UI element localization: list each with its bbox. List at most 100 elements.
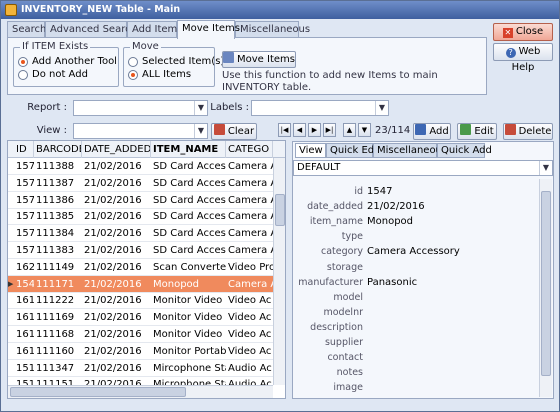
move-items-button[interactable]: Move Items [222,51,296,68]
cell-date-added: 21/02/2016 [84,161,142,172]
if-item-exists-title: If ITEM Exists [20,41,91,53]
main-window: INVENTORY_NEW Table - Main Search Advanc… [0,0,560,412]
table-row[interactable]: 1574111383 21/02/2016 SD Card Access 1Came… [8,242,273,259]
detail-tab-quick-add[interactable]: Quick Add [437,143,492,158]
field-value: Panasonic [367,276,418,288]
move-up-button[interactable]: ▲ [343,123,356,137]
detail-view-select[interactable]: DEFAULT ▼ [293,160,553,176]
tab-advanced-search[interactable]: Advanced Search [45,21,137,38]
table-row[interactable]: 1621111149 21/02/2016 Scan ConverterVideo … [8,259,273,276]
detail-vertical-scrollbar[interactable] [539,179,552,397]
move-items-icon [223,52,235,63]
table-row[interactable]: 1578111387 21/02/2016 SD Card Access 5Came… [8,175,273,192]
radio-selected-items[interactable]: Selected Item(s) [128,56,224,68]
cell-barcode: 111385 [36,211,75,223]
prev-icon: ◀ [296,126,303,134]
cell-barcode: 111347 [36,362,75,374]
table-row[interactable]: 1576111385 21/02/2016 SD Card Access 3Came… [8,208,273,226]
chevron-down-icon: ▼ [194,124,207,138]
table-row[interactable]: 1616111160 21/02/2016 Monitor Portable -Vi… [8,343,273,360]
grid-horizontal-scrollbar[interactable] [8,385,273,398]
cell-barcode: 111160 [36,345,75,357]
cell-item-name: Monitor Video LCD [153,295,226,307]
cell-category: Camera A [228,278,273,290]
close-icon: ✕ [502,28,513,38]
tab-add-items[interactable]: Add Items [127,21,183,38]
move-items-hint: Use this function to add new Items to ma… [222,70,438,93]
view-select[interactable]: ▼ [73,123,208,139]
clear-button[interactable]: Clear [211,123,257,140]
column-header-category[interactable]: CATEGO [226,141,273,158]
close-button[interactable]: ✕ Close [493,23,553,41]
cell-category: Audio Ac [228,362,272,374]
column-header-barcode[interactable]: BARCODE [34,141,82,158]
table-row[interactable]: 1575111384 21/02/2016 SD Card Access 2Came… [8,225,273,243]
radio-label: ALL Items [142,69,192,80]
tab-search[interactable]: Search [7,21,46,38]
field-value: Camera Accessory [367,246,460,258]
detail-vertical-scroll-thumb[interactable] [541,191,551,376]
grid-horizontal-scroll-thumb[interactable] [10,387,186,397]
cell-date-added: 21/02/2016 [84,261,142,273]
move-items-button-label: Move Items [237,54,295,65]
cell-id: 1575 [16,228,34,240]
delete-button[interactable]: Delete [503,123,553,140]
table-row[interactable]: ▶154711117121/02/2016MonopodCamera A [8,275,273,293]
cell-category: Camera A [228,211,273,223]
first-record-button[interactable]: |◀ [278,123,291,137]
radio-do-not-add[interactable]: Do not Add [18,69,88,81]
add-button[interactable]: Add [413,123,451,140]
detail-tab-miscellaneous[interactable]: Miscellaneous [373,143,447,158]
if-item-exists-group: If ITEM Exists Add Another Tool Do not A… [13,41,119,87]
cell-id: 1576 [16,211,34,223]
clear-button-label: Clear [227,126,255,137]
edit-button[interactable]: Edit [457,123,497,140]
add-icon [415,124,427,135]
next-icon: ▶ [311,126,318,134]
cell-item-name: Monitor Video Fiel [153,329,226,340]
up-icon: ▲ [346,126,353,134]
tab-move-items[interactable]: Move Items [177,20,240,39]
cell-id: 1616 [16,345,34,357]
cell-item-name: Monopod [153,278,200,290]
radio-add-another-tool[interactable]: Add Another Tool [18,56,117,68]
radio-label: Add Another Tool [32,56,117,67]
close-button-label: Close [515,26,544,37]
table-row[interactable]: 1618111169 21/02/2016 Monitor Video FielVi… [8,309,273,327]
field-label: manufacturer [298,276,363,288]
move-group-title: Move [130,41,161,53]
table-row[interactable]: 1619111222 21/02/2016 Monitor Video LCDVid… [8,292,273,310]
cell-category: Video Pro [228,261,273,273]
column-header-id[interactable]: ID [8,141,34,158]
table-row[interactable]: 1617111168 21/02/2016 Monitor Video FielVi… [8,326,273,343]
detail-tab-view[interactable]: View [295,143,326,158]
last-icon: ▶| [325,126,334,134]
table-row[interactable]: 1579111388 21/02/2016 SD Card Access 6Came… [8,158,273,175]
tab-miscellaneous[interactable]: Miscellaneous [235,21,310,38]
cell-id: 1547 [16,278,34,290]
field-label: storage [326,261,363,273]
report-select[interactable]: ▼ [73,100,208,116]
radio-label: Selected Item(s) [142,56,225,67]
detail-tab-quick-edit[interactable]: Quick Edit [326,143,381,158]
record-counter: 23/114 [375,125,411,136]
table-row[interactable]: 1519111347 21/02/2016 Mircophone StandAudi… [8,360,273,377]
next-record-button[interactable]: ▶ [308,123,321,137]
prev-record-button[interactable]: ◀ [293,123,306,137]
column-header-item-name[interactable]: ITEM_NAME [151,141,226,158]
table-row[interactable]: 1577111386 21/02/2016 SD Card Access 4Came… [8,192,273,209]
radio-selected-icon [128,70,138,80]
add-button-label: Add [429,126,449,137]
move-down-button[interactable]: ▼ [358,123,371,137]
grid-vertical-scrollbar[interactable] [273,158,285,385]
cell-item-name: SD Card Access 1 [153,245,226,256]
grid-vertical-scroll-thumb[interactable] [275,194,285,226]
delete-button-label: Delete [518,126,552,137]
radio-all-items[interactable]: ALL Items [128,69,191,81]
web-help-button[interactable]: ? Web Help [493,43,553,73]
column-header-date-added[interactable]: DATE_ADDED [82,141,151,158]
labels-select[interactable]: ▼ [251,100,389,116]
radio-label: Do not Add [32,69,88,80]
view-label: View : [36,125,67,136]
last-record-button[interactable]: ▶| [323,123,336,137]
